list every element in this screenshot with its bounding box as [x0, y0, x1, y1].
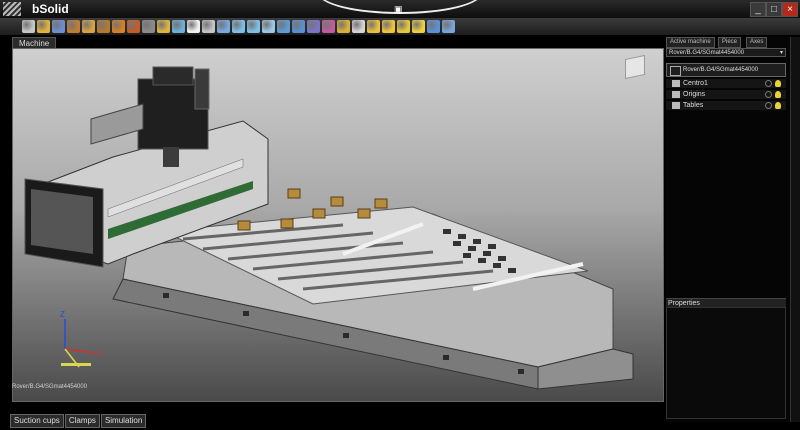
- machine-name-field[interactable]: Rover/B.G4/SGmat4454000: [666, 63, 786, 77]
- measure-icon[interactable]: [412, 20, 425, 33]
- view-top-icon[interactable]: [307, 20, 320, 33]
- cut-icon[interactable]: [67, 20, 80, 33]
- svg-text:Z: Z: [60, 310, 65, 319]
- chevron-down-icon: ▾: [779, 50, 783, 56]
- wireframe-icon[interactable]: [352, 20, 365, 33]
- maximize-button[interactable]: □: [766, 2, 782, 17]
- shaded-icon[interactable]: [367, 20, 380, 33]
- control-screen: [31, 189, 93, 254]
- machine-status-text: Rover/B.G4/SGmat4454000: [12, 384, 88, 390]
- paste-icon[interactable]: [97, 20, 110, 33]
- machine-3d-viewport[interactable]: Z X: [12, 48, 664, 402]
- tree-item-label: Centro1: [683, 80, 708, 87]
- properties-pane: [666, 307, 786, 419]
- zoom-in-icon[interactable]: [232, 20, 245, 33]
- minimize-button[interactable]: _: [750, 2, 766, 17]
- app-logo-icon: [3, 2, 21, 16]
- grid-icon[interactable]: [142, 20, 155, 33]
- lightbulb-icon[interactable]: [775, 102, 781, 109]
- copy-icon[interactable]: [82, 20, 95, 33]
- axis-triad-icon: Z X: [60, 310, 103, 368]
- active-machine-panel: Active machine Piece Axes Rover/B.G4/SGm…: [666, 37, 790, 422]
- visibility-icon[interactable]: [765, 80, 772, 87]
- title-bar: bSolid ▣ _ □ ×: [0, 0, 800, 19]
- lightbulb-icon[interactable]: [775, 80, 781, 87]
- tool-changer: [194, 68, 210, 110]
- tab-suction-cups[interactable]: Suction cups: [10, 414, 64, 428]
- gantry-beam: [90, 103, 144, 145]
- tab-simulation[interactable]: Simulation: [100, 414, 147, 428]
- tab-clamps[interactable]: Clamps: [64, 414, 100, 428]
- lock-icon: ▣: [394, 4, 403, 14]
- machine-select-value: Rover/B.G4/SGmat4454000: [669, 50, 745, 56]
- spindle-tool: [163, 147, 179, 167]
- close-button[interactable]: ×: [782, 2, 798, 17]
- machine-head-icon: [672, 80, 680, 87]
- zoom-out-icon[interactable]: [247, 20, 260, 33]
- svg-text:X: X: [97, 349, 103, 358]
- lightbulb-icon[interactable]: [775, 91, 781, 98]
- layers-icon[interactable]: [157, 20, 170, 33]
- pan-icon[interactable]: [202, 20, 215, 33]
- view-front-icon[interactable]: [292, 20, 305, 33]
- redo-icon[interactable]: [127, 20, 140, 33]
- open-file-icon[interactable]: [37, 20, 50, 33]
- zoom-window-icon[interactable]: [262, 20, 275, 33]
- machine-model-render: Z X: [24, 66, 634, 390]
- tree-item-label: Origins: [683, 91, 706, 98]
- tab-piece[interactable]: Piece: [718, 37, 742, 48]
- undo-icon[interactable]: [112, 20, 125, 33]
- main-toolbar: [0, 18, 800, 35]
- bottom-tab-bar: Suction cups Clamps Simulation: [10, 410, 147, 428]
- view-side-icon[interactable]: [322, 20, 335, 33]
- tab-axes[interactable]: Axes: [746, 37, 768, 48]
- new-file-icon[interactable]: [22, 20, 35, 33]
- tab-active-machine[interactable]: Active machine: [666, 37, 715, 48]
- spindle-motor: [152, 66, 194, 86]
- table-icon: [672, 102, 680, 109]
- section-icon[interactable]: [397, 20, 410, 33]
- visibility-icon[interactable]: [765, 102, 772, 109]
- move-icon[interactable]: [172, 20, 185, 33]
- machine-name-value: Rover/B.G4/SGmat4454000: [683, 67, 759, 73]
- tree-item-centro1[interactable]: Centro1: [666, 79, 786, 88]
- machine-icon: [670, 66, 681, 76]
- machine-select[interactable]: Rover/B.G4/SGmat4454000 ▾: [666, 48, 786, 57]
- iso-view-icon[interactable]: [337, 20, 350, 33]
- globe-icon[interactable]: [442, 20, 455, 33]
- tree-item-tables[interactable]: Tables: [666, 101, 786, 110]
- properties-header: Properties: [666, 298, 786, 307]
- tree-item-origins[interactable]: Origins: [666, 90, 786, 99]
- right-panel-tabs: Active machine Piece Axes: [666, 37, 790, 48]
- orbit-icon[interactable]: [217, 20, 230, 33]
- app-title: bSolid: [32, 2, 69, 16]
- right-scrollbar[interactable]: [790, 37, 800, 422]
- render-icon[interactable]: [382, 20, 395, 33]
- simulate-icon[interactable]: [427, 20, 440, 33]
- rotate-icon[interactable]: [187, 20, 200, 33]
- tree-item-label: Tables: [683, 102, 704, 109]
- origin-icon: [672, 91, 680, 98]
- visibility-icon[interactable]: [765, 91, 772, 98]
- zoom-fit-icon[interactable]: [277, 20, 290, 33]
- save-icon[interactable]: [52, 20, 65, 33]
